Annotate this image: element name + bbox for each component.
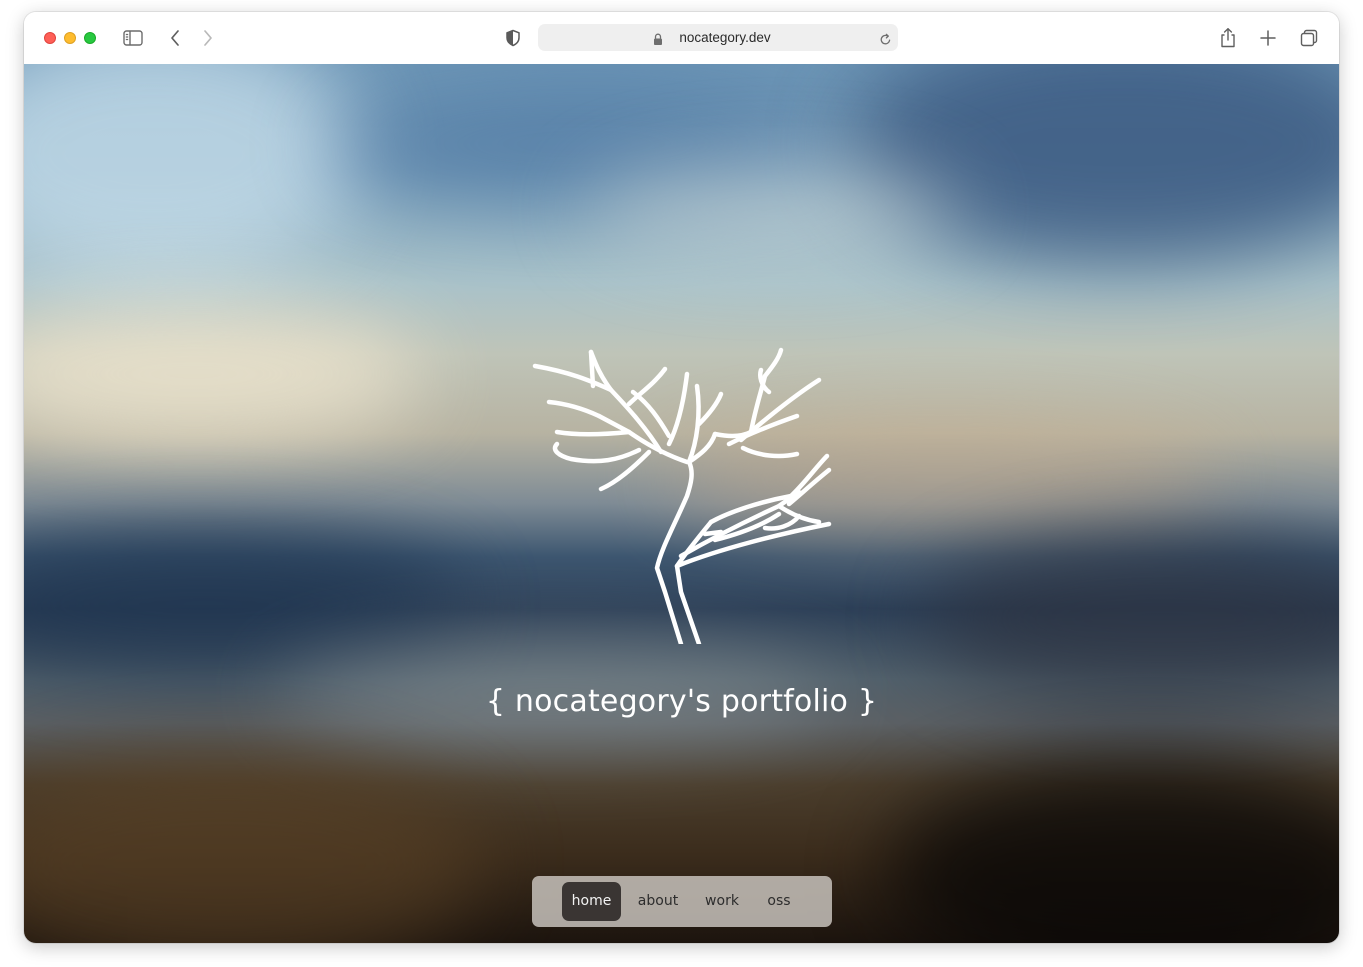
nav-home[interactable]: home: [562, 882, 621, 921]
chevron-left-icon: [171, 30, 179, 46]
browser-window: nocategory.dev {nocategory's portfolio …: [24, 12, 1339, 943]
sidebar-toggle-icon[interactable]: [121, 27, 145, 49]
nav-oss[interactable]: oss: [756, 882, 802, 921]
tab-overview-icon: [1300, 29, 1318, 47]
browser-toolbar: nocategory.dev: [24, 12, 1339, 65]
maximize-window-button[interactable]: [84, 32, 96, 44]
tab-overview-button[interactable]: [1298, 27, 1320, 49]
share-icon: [1221, 28, 1235, 48]
address-bar[interactable]: nocategory.dev: [538, 24, 898, 51]
reload-icon[interactable]: [879, 31, 892, 50]
new-tab-button[interactable]: [1257, 27, 1279, 49]
nav-work[interactable]: work: [696, 882, 748, 921]
page-title: { nocategory's portfolio }: [485, 684, 878, 719]
minimize-window-button[interactable]: [64, 32, 76, 44]
nav-about[interactable]: about: [629, 882, 687, 921]
back-button[interactable]: [165, 27, 185, 49]
share-button[interactable]: [1216, 26, 1240, 50]
url-text: nocategory.dev: [679, 30, 771, 45]
chevron-right-icon: [204, 30, 212, 46]
main-navigation: home about work oss: [532, 876, 832, 927]
close-window-button[interactable]: [44, 32, 56, 44]
page-viewport: { nocategory's portfolio } home about wo…: [24, 64, 1339, 943]
privacy-report-button[interactable]: [502, 27, 524, 49]
plus-icon: [1260, 30, 1276, 46]
forward-button[interactable]: [198, 27, 218, 49]
shield-icon: [506, 29, 520, 47]
tree-logo-icon: [532, 347, 832, 644]
